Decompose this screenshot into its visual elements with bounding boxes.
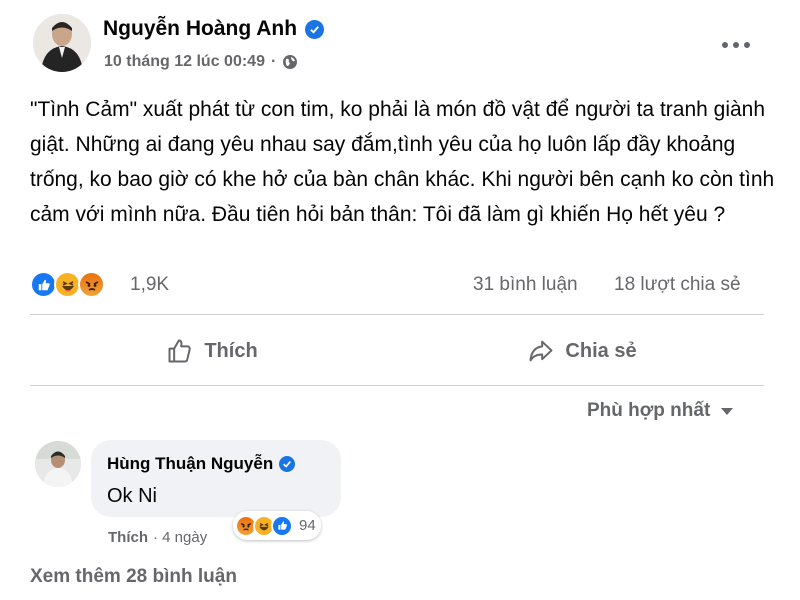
commenter-avatar[interactable] [35,441,81,487]
dot [722,42,728,48]
comments-count[interactable]: 31 bình luận [473,274,578,296]
reaction-icons[interactable] [30,271,105,298]
comment-text: Ok Ni [107,485,157,507]
share-button-label: Chia sẻ [565,339,637,362]
comment-author: Hùng Thuận Nguyễn [107,454,296,474]
divider [30,385,764,386]
dot [744,42,750,48]
meta-separator: · [270,53,277,70]
like-icon [30,271,57,298]
comment-time[interactable]: · 4 ngày [153,529,207,546]
like-button[interactable]: Thích [30,326,394,376]
like-outline-icon [168,339,192,363]
reaction-count[interactable]: 1,9K [130,274,169,296]
comment-reaction-count: 94 [299,517,316,534]
share-icon [529,340,553,362]
globe-icon[interactable] [282,54,298,70]
verified-badge-icon [305,19,325,39]
sort-label: Phù hợp nhất [587,400,711,421]
comment-sort-dropdown[interactable]: Phù hợp nhất [587,400,734,422]
comment-like-button[interactable]: Thích [108,529,148,546]
caret-down-icon [721,407,734,415]
see-more-comments-link[interactable]: Xem thêm 28 bình luận [30,566,237,588]
post-timestamp[interactable]: 10 tháng 12 lúc 00:49 [104,53,265,71]
verified-badge-icon [279,456,296,472]
dot [733,42,739,48]
post-meta: 10 tháng 12 lúc 00:49 · [104,53,298,71]
like-icon [271,514,293,537]
post-author: Nguyễn Hoàng Anh [103,17,325,41]
more-dots-icon[interactable] [722,38,752,52]
author-avatar[interactable] [33,14,91,72]
comment-author-name[interactable]: Hùng Thuận Nguyễn [107,454,273,474]
share-button[interactable]: Chia sẻ [400,326,764,376]
angry-icon [78,271,105,298]
post-text: "Tình Cảm" xuất phát từ con tim, ko phải… [30,98,775,226]
haha-icon [54,271,81,298]
divider [30,314,764,315]
shares-count[interactable]: 18 lượt chia sẻ [614,274,741,296]
comment-reactions[interactable]: 94 [233,511,321,540]
like-button-label: Thích [204,339,258,362]
post-author-name[interactable]: Nguyễn Hoàng Anh [103,17,297,41]
